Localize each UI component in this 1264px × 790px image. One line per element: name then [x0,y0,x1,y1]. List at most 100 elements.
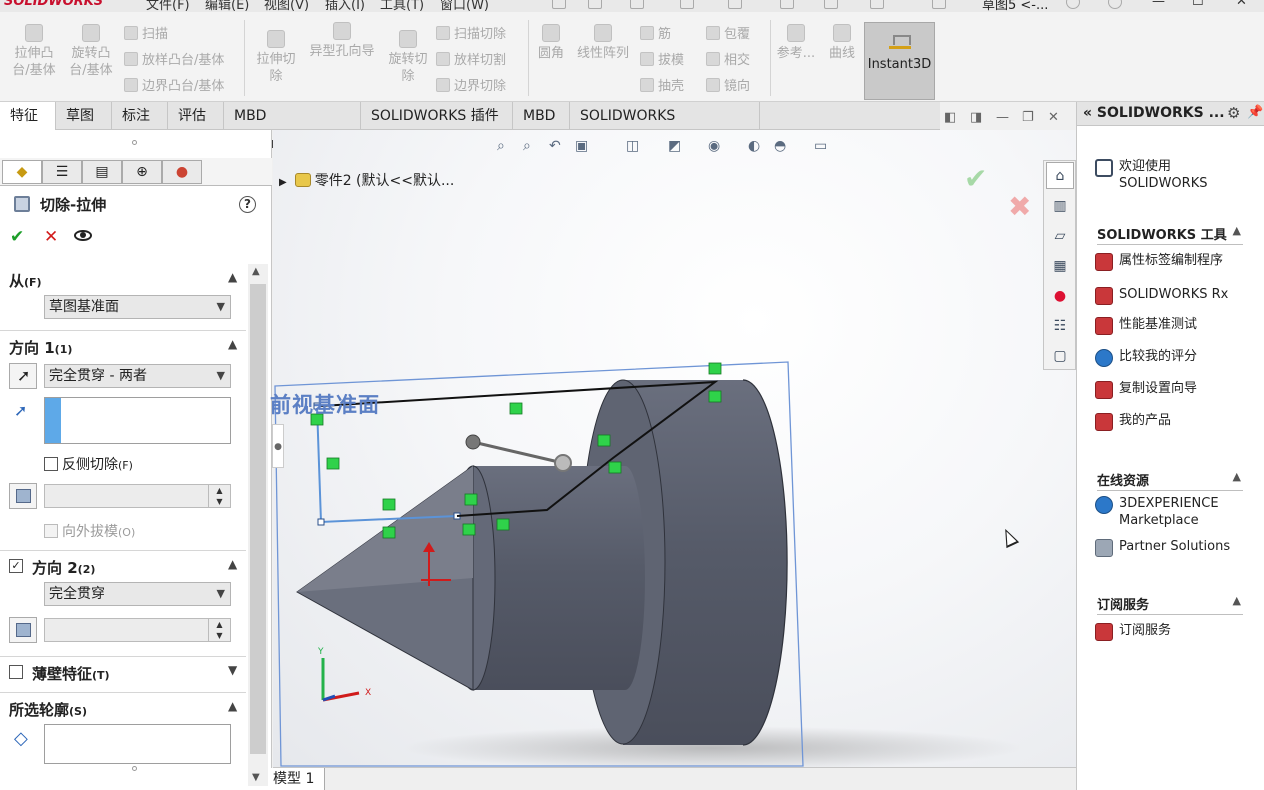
linear-pattern-button[interactable]: 线性阵列 [572,24,634,62]
draft-angle-input-2[interactable]: ▲ ▼ [44,618,231,642]
extrude-boss-button[interactable]: 拉伸凸 台/基体 [10,24,58,79]
view-palette-tab[interactable]: ▦ [1046,252,1074,279]
preview-eye-icon[interactable] [74,230,92,241]
confirm-corner-ok-icon[interactable]: ✔ [964,162,987,195]
section-online-resources[interactable]: 在线资源 ▲ [1097,470,1243,491]
pin-icon[interactable]: 📌 [1247,105,1263,120]
gear-icon[interactable]: ⚙ [1227,104,1240,122]
flip-side-to-cut-checkbox[interactable]: 反侧切除(F) [44,454,133,474]
scroll-thumb[interactable] [250,284,266,754]
instant3d-button[interactable]: Instant3D [864,22,935,100]
drag-handle-end[interactable] [554,454,572,472]
chevron-up-icon[interactable]: ▲ [1233,470,1241,483]
revolve-boss-button[interactable]: 旋转凸 台/基体 [66,24,116,79]
lofted-cut-button[interactable]: 放样切割 [436,52,506,69]
menu-insert[interactable]: 插入(I) [325,0,365,12]
chevron-up-icon[interactable]: ▲ [228,270,237,284]
direction2-checkbox[interactable]: ✓ [9,559,23,573]
save-icon[interactable] [680,0,694,9]
section-from[interactable]: 从(F) ▲ [0,264,246,294]
undo-icon[interactable] [780,0,794,9]
feature-manager-tab[interactable]: ◆ [2,160,42,184]
model-viewport[interactable]: Y X [273,130,1076,767]
tab-solidworks-addins[interactable]: SOLIDWORKS 插件 [361,102,513,130]
direction1-vector-selection[interactable] [44,397,231,444]
from-start-condition-select[interactable]: 草图基准面 ▼ [44,295,231,319]
doc-minimize-icon[interactable]: — [996,110,1009,125]
intersect-button[interactable]: 相交 [706,52,750,69]
draft-toggle-button[interactable] [9,483,37,509]
configuration-manager-tab[interactable]: ▤ [82,160,122,184]
chevron-up-icon[interactable]: ▲ [228,699,237,713]
extrude-drag-handle[interactable] [472,440,564,465]
apply-scene-icon[interactable]: ◓ [774,138,786,154]
solidworks-resources-tab[interactable]: ⌂ [1046,162,1074,189]
shell-button[interactable]: 抽壳 [640,78,684,95]
tab-sketch[interactable]: 草图 [56,102,112,130]
cancel-button[interactable]: ✕ [44,227,58,247]
open-icon[interactable] [630,0,644,9]
scroll-down-icon[interactable]: ▼ [252,772,260,783]
curves-button[interactable]: 曲线 [824,24,860,62]
hide-show-icon[interactable]: ◉ [708,138,720,154]
confirm-corner-cancel-icon[interactable]: ✖ [1008,190,1031,223]
draft-toggle-button-2[interactable] [9,617,37,643]
direction1-end-condition-select[interactable]: 完全贯穿 - 两者 ▼ [44,364,231,388]
tab-evaluate[interactable]: 评估 [168,102,224,130]
help-icon[interactable] [1108,0,1122,9]
forum-tab[interactable]: ▢ [1046,342,1074,369]
display-manager-tab[interactable]: ● [162,160,202,184]
panel-scrollbar[interactable]: ▲ ▼ [248,264,268,786]
tab-solidworks-inspection[interactable]: SOLIDWORKS Inspection [570,102,760,152]
tab-markup[interactable]: 标注 [112,102,168,130]
draft-angle-input[interactable]: ▲ ▼ [44,484,231,508]
view-settings-icon[interactable]: ▭ [814,138,827,154]
reference-geometry-button[interactable]: 参考... [774,24,818,62]
zoom-to-fit-icon[interactable]: ⌕ [497,138,505,154]
ok-button[interactable]: ✔ [10,227,24,247]
panel-collapse-grip[interactable]: ● [272,424,284,468]
tab-model[interactable]: 模型 1 [269,768,325,790]
help-icon[interactable]: ? [239,196,256,213]
boundary-cut-button[interactable]: 边界切除 [436,78,506,95]
chevron-up-icon[interactable]: ▲ [228,337,237,351]
tile-icon[interactable]: ◧ [944,110,956,125]
section-thin-feature[interactable]: 薄壁特征(T) ▼ [0,656,246,686]
direction2-end-condition-select[interactable]: 完全贯穿 ▼ [44,582,231,606]
rib-button[interactable]: 筋 [640,26,671,43]
flyout-feature-tree[interactable]: ▶ 零件2 (默认<<默认... [279,170,454,190]
thin-feature-checkbox[interactable] [9,665,23,679]
section-selected-contours[interactable]: 所选轮廓(S) ▲ [0,692,246,722]
split-icon[interactable]: ◨ [970,110,982,125]
zoom-to-area-icon[interactable]: ⌕ [523,138,531,154]
design-library-tab[interactable]: ▥ [1046,192,1074,219]
custom-properties-tab[interactable]: ☷ [1046,312,1074,339]
chevron-up-icon[interactable]: ▲ [1233,224,1241,237]
section-view-icon[interactable]: ▣ [575,138,588,154]
maximize-button[interactable]: ☐ [1192,0,1204,9]
extrude-cut-button[interactable]: 拉伸切 除 [252,30,300,85]
spinner-arrows-icon[interactable]: ▲ ▼ [208,619,230,641]
panel-grip[interactable] [132,766,137,771]
mirror-button[interactable]: 镜向 [706,78,750,95]
edit-appearance-icon[interactable]: ◐ [748,138,760,154]
boundary-button[interactable]: 边界凸台/基体 [124,78,224,95]
sketch-point[interactable] [317,518,325,526]
fillet-button[interactable]: 圆角 [534,24,568,62]
sweep-button[interactable]: 扫描 [124,26,168,43]
drag-handle-start[interactable] [465,434,481,450]
panel-grip[interactable] [132,140,137,145]
reverse-direction-button[interactable]: ➚ [9,363,37,389]
display-style-icon[interactable]: ◩ [668,138,681,154]
tab-features[interactable]: 特征 [0,102,56,130]
loft-button[interactable]: 放样凸台/基体 [124,52,224,69]
section-subscription[interactable]: 订阅服务 ▲ [1097,594,1243,615]
selected-contours-list[interactable] [44,724,231,764]
chevron-up-icon[interactable]: ▲ [228,557,237,571]
section-direction2[interactable]: ✓ 方向 2(2) ▲ [0,550,246,580]
user-icon[interactable] [1066,0,1080,9]
tab-mbd-dimensions[interactable]: MBD Dimensions [224,102,361,152]
home-icon[interactable] [552,0,566,9]
options-gear-icon[interactable] [932,0,946,9]
doc-close-icon[interactable]: ✕ [1048,110,1059,125]
